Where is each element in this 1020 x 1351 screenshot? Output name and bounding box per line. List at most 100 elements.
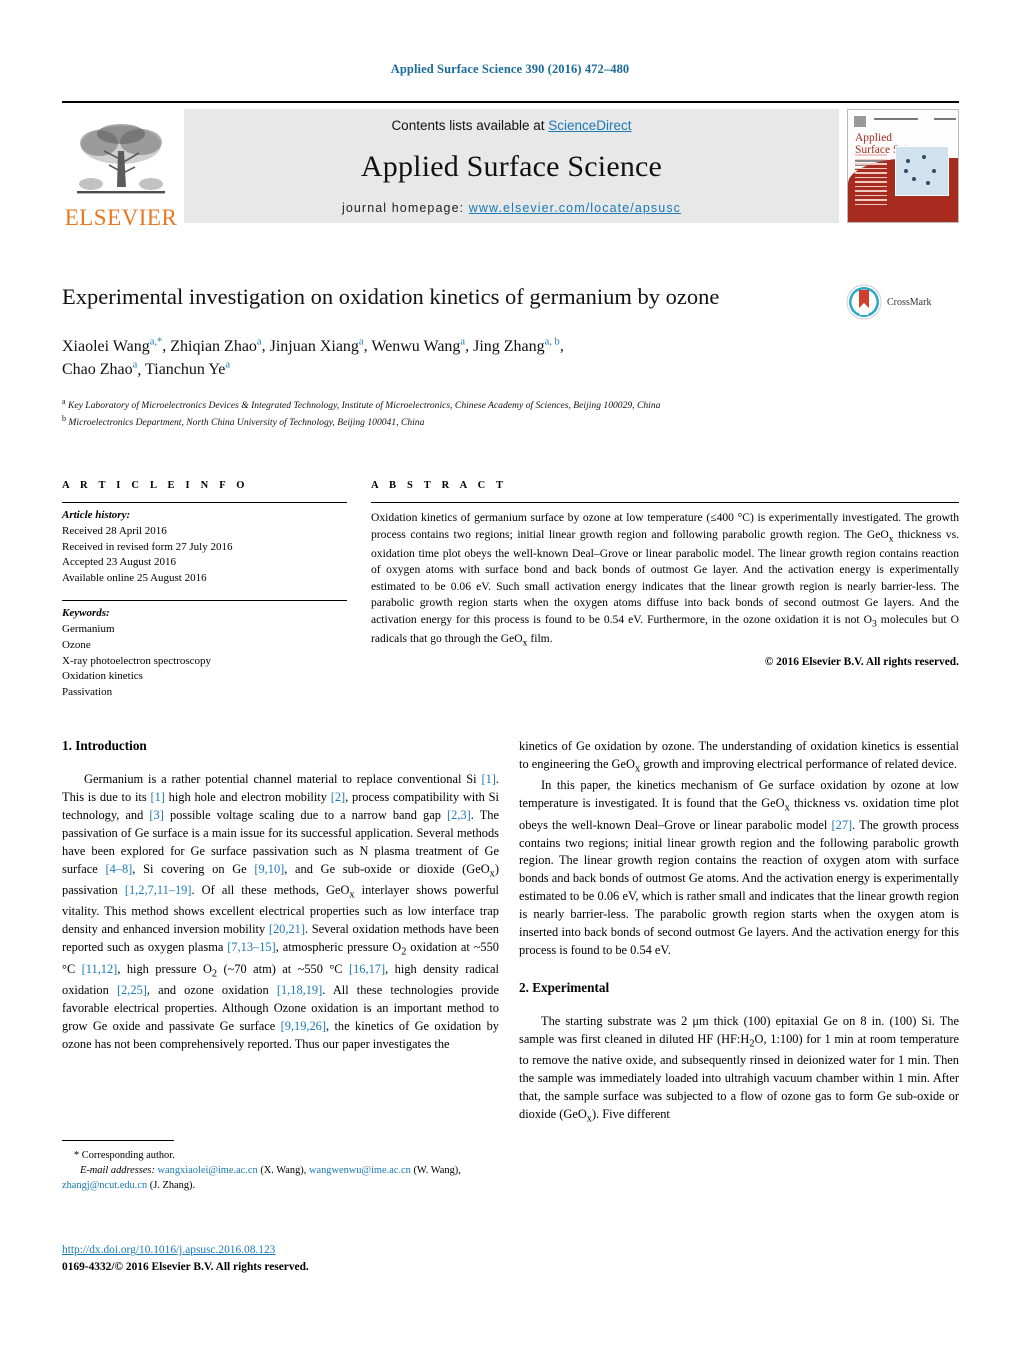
author-item[interactable]: Xiaolei Wanga,* [62, 336, 163, 355]
issn-copyright-line: 0169-4332/© 2016 Elsevier B.V. All right… [62, 1261, 309, 1274]
author-affil-mark: a, b [544, 336, 560, 348]
footnote-block: * Corresponding author. E-mail addresses… [62, 1140, 499, 1194]
crossmark-label: CrossMark [887, 296, 932, 308]
cover-topbar [854, 116, 956, 127]
email-addresses-line: E-mail addresses: wangxiaolei@ime.ac.cn … [62, 1165, 461, 1192]
affiliation-list: a Key Laboratory of Microelectronics Dev… [62, 396, 822, 430]
citation-link[interactable]: [1,2,7,11–19] [125, 883, 192, 897]
author-item[interactable]: Jinjuan Xianga [269, 336, 364, 355]
experimental-paragraph-1: The starting substrate was 2 μm thick (1… [519, 1014, 959, 1125]
affiliation-mark: a [62, 396, 66, 406]
citation-link[interactable]: [27] [832, 818, 853, 832]
title-block: Experimental investigation on oxidation … [62, 283, 822, 429]
section-heading-experimental: 2. Experimental [519, 980, 610, 995]
elsevier-logo: ELSEVIER [62, 103, 180, 229]
email-link-3[interactable]: zhangj@ncut.edu.cn [62, 1180, 147, 1191]
keyword-item: Germanium [62, 622, 115, 635]
citation-link[interactable]: [7,13–15] [227, 940, 276, 954]
email-owner-3: (J. Zhang) [149, 1180, 193, 1192]
author-affil-mark: a,* [149, 336, 163, 348]
doi-link[interactable]: http://dx.doi.org/10.1016/j.apsusc.2016.… [62, 1244, 275, 1256]
author-affil-mark: a [256, 336, 262, 348]
affiliation-item: b Microelectronics Department, North Chi… [62, 413, 822, 430]
citation-link[interactable]: [2] [331, 790, 345, 804]
abstract-text: Oxidation kinetics of germanium surface … [371, 511, 959, 649]
citation-link[interactable]: [1,18,19] [277, 983, 322, 997]
keyword-item: Passivation [62, 686, 113, 699]
journal-header-band: ELSEVIER Contents lists available at Sci… [62, 101, 959, 229]
citation-link[interactable]: [4–8] [105, 862, 132, 876]
author-item[interactable]: Zhiqian Zhaoa [170, 336, 262, 355]
email-link-1[interactable]: wangxiaolei@ime.ac.cn [158, 1165, 258, 1176]
affiliation-text: Key Laboratory of Microelectronics Devic… [67, 399, 661, 411]
running-head: Applied Surface Science 390 (2016) 472–4… [390, 62, 630, 76]
history-item: Accepted 23 August 2016 [62, 556, 176, 569]
keyword-item: Ozone [62, 638, 91, 651]
author-name: Chao Zhao [62, 361, 133, 379]
elsevier-tree-icon [77, 124, 165, 194]
author-item[interactable]: Jing Zhanga, b [473, 336, 560, 354]
cover-toc-lines [855, 154, 887, 208]
abstract-column: A B S T R A C T Oxidation kinetics of ge… [371, 480, 959, 668]
cover-figure-image [895, 146, 949, 196]
citation-link[interactable]: [1] [150, 790, 164, 804]
journal-banner: Contents lists available at ScienceDirec… [184, 109, 839, 223]
intro-paragraph-2: In this paper, the kinetics mechanism of… [519, 778, 959, 958]
article-info-heading: A R T I C L E I N F O [62, 480, 249, 491]
citation-link[interactable]: [9,19,26] [281, 1019, 326, 1033]
email-label: E-mail addresses: [80, 1165, 155, 1177]
abstract-copyright: © 2016 Elsevier B.V. All rights reserved… [764, 655, 959, 668]
intro-paragraph-1-cont: kinetics of Ge oxidation by ozone. The u… [519, 739, 959, 775]
author-name: Xiaolei Wang [62, 337, 150, 355]
affiliation-mark: b [62, 413, 66, 423]
article-info-column: A R T I C L E I N F O Article history: R… [62, 480, 347, 701]
journal-homepage-line: journal homepage: www.elsevier.com/locat… [342, 201, 681, 215]
intro-paragraph-1: Germanium is a rather potential channel … [62, 772, 500, 1051]
footnote-text: * Corresponding author. E-mail addresses… [62, 1148, 499, 1194]
author-affil-mark: a [132, 360, 138, 372]
body-column-right: kinetics of Ge oxidation by ozone. The u… [519, 738, 959, 1127]
elsevier-wordmark: ELSEVIER [64, 205, 178, 230]
journal-cover-thumbnail[interactable]: Applied Surface Science [847, 109, 959, 223]
keyword-item: Oxidation kinetics [62, 670, 143, 683]
journal-title: Applied Surface Science [360, 150, 663, 183]
footnote-rule [62, 1140, 174, 1141]
contents-prefix: Contents lists available at [391, 118, 549, 133]
citation-link[interactable]: [11,12] [82, 962, 118, 976]
citation-link[interactable]: [2,3] [447, 808, 471, 822]
history-item: Received in revised form 27 July 2016 [62, 540, 233, 553]
journal-homepage-link[interactable]: www.elsevier.com/locate/apsusc [469, 201, 681, 215]
citation-link[interactable]: [2,25] [117, 983, 147, 997]
crossmark-badge[interactable]: CrossMark [846, 284, 956, 320]
author-item[interactable]: Tianchun Yea [145, 360, 230, 379]
section-heading-introduction: 1. Introduction [62, 738, 147, 753]
citation-link[interactable]: [16,17] [349, 962, 385, 976]
contents-available-line: Contents lists available at ScienceDirec… [391, 118, 631, 133]
sciencedirect-link[interactable]: ScienceDirect [548, 118, 631, 133]
email-owner-1: (X. Wang) [260, 1165, 304, 1177]
citation-link[interactable]: [1] [481, 772, 495, 786]
email-link-2[interactable]: wangwenwu@ime.ac.cn [309, 1165, 411, 1176]
page-title: Experimental investigation on oxidation … [62, 284, 720, 309]
article-history-label: Article history: [62, 509, 131, 521]
keyword-item: X-ray photoelectron spectroscopy [62, 654, 212, 667]
email-owner-2: (W. Wang) [413, 1165, 459, 1177]
author-name: Wenwu Wang [371, 337, 461, 355]
author-list: Xiaolei Wanga,*, Zhiqian Zhaoa, Jinjuan … [62, 336, 564, 379]
history-item: Received 28 April 2016 [62, 524, 167, 537]
author-name: Tianchun Ye [145, 361, 226, 379]
author-item[interactable]: Chao Zhaoa [62, 360, 138, 379]
author-item[interactable]: Wenwu Wanga [371, 336, 466, 355]
homepage-prefix: journal homepage: [341, 201, 469, 215]
citation-link[interactable]: [3] [149, 808, 163, 822]
keywords-label: Keywords: [62, 607, 110, 620]
cover-title-line1: Applied [855, 132, 893, 144]
affiliation-item: a Key Laboratory of Microelectronics Dev… [62, 396, 822, 413]
citation-link[interactable]: [20,21] [269, 922, 305, 936]
history-item: Available online 25 August 2016 [62, 572, 207, 585]
citation-link[interactable]: [9,10] [254, 862, 284, 876]
author-name: Jinjuan Xiang [269, 337, 359, 355]
article-history: Article history: Received 28 April 2016 … [62, 503, 347, 600]
author-affil-mark: a [460, 336, 466, 348]
author-name: Zhiqian Zhao [170, 337, 257, 355]
